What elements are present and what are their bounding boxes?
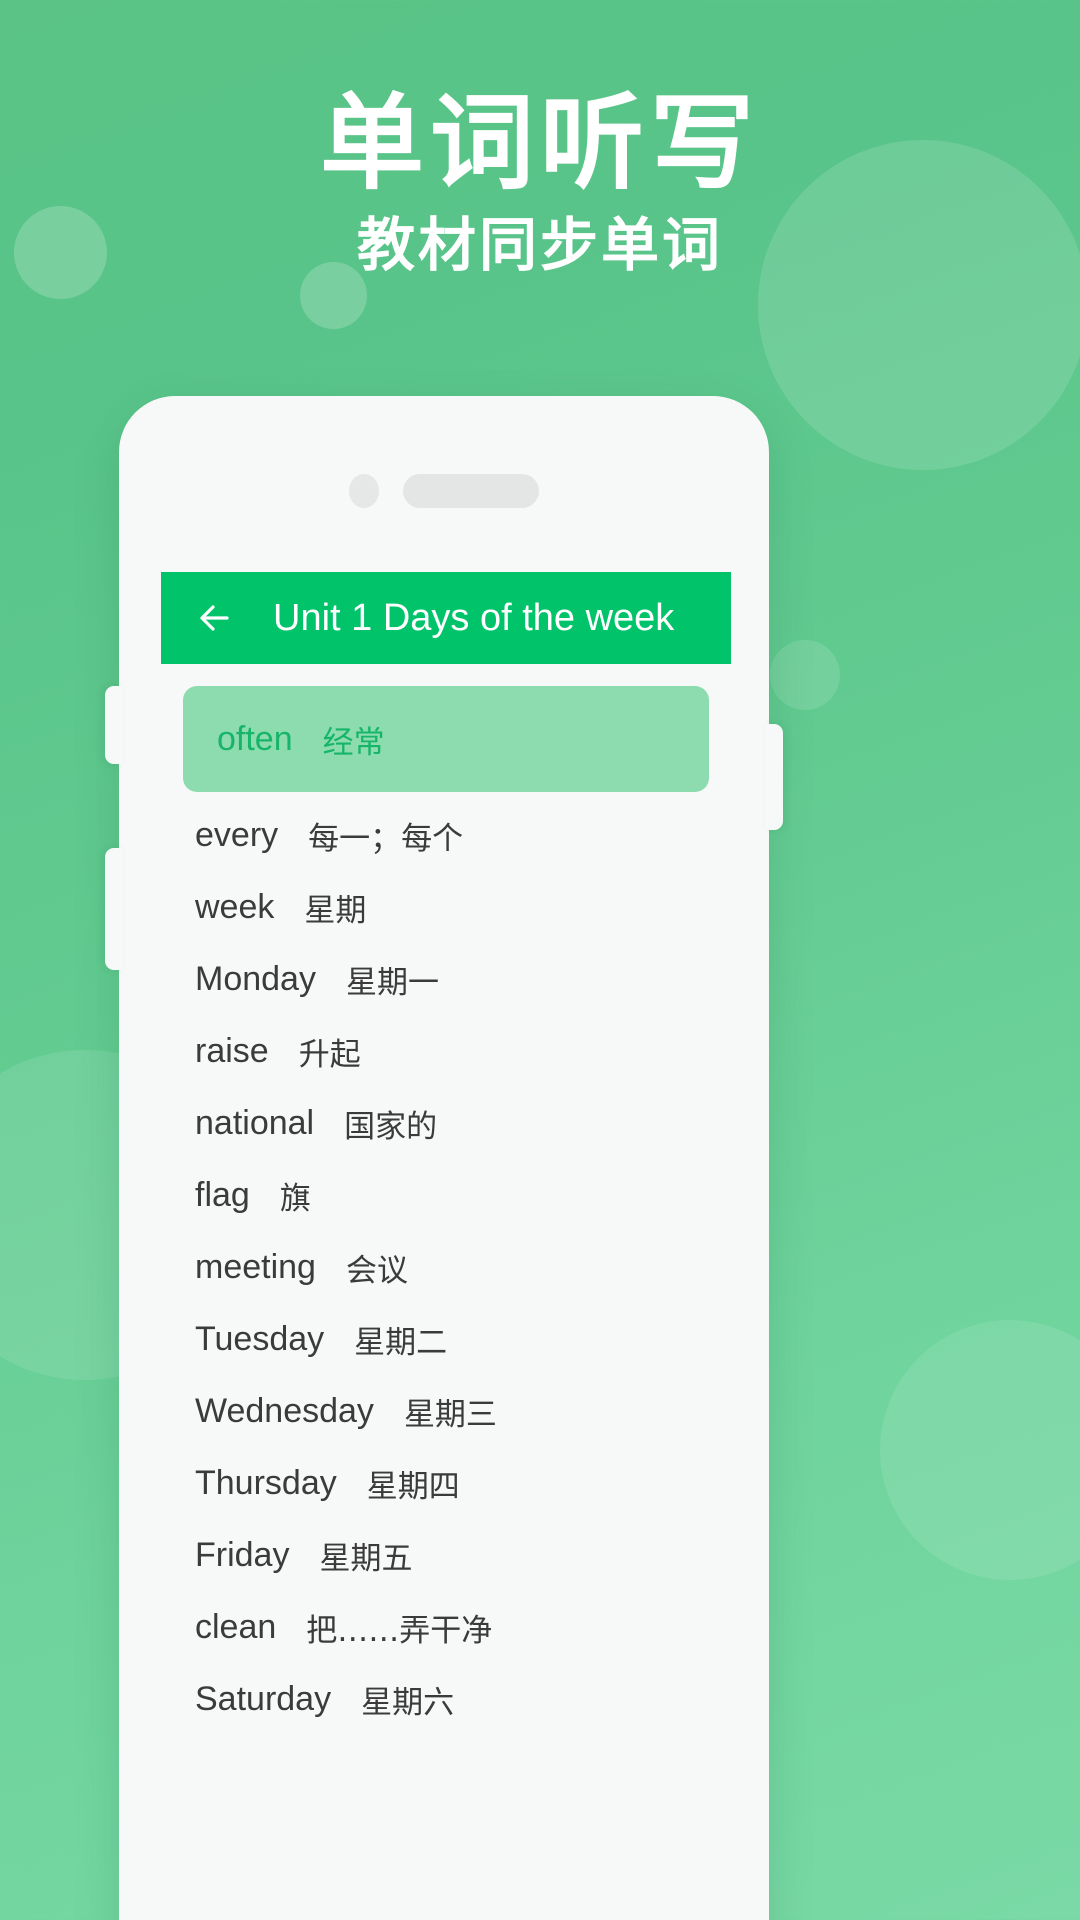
word-english: Thursday: [195, 1463, 337, 1502]
word-row[interactable]: Monday 星期一: [161, 950, 731, 1008]
word-chinese: 经常: [322, 724, 385, 761]
decorative-circle: [770, 640, 840, 710]
word-english: often: [217, 719, 293, 758]
word-chinese: 会议: [345, 1252, 408, 1289]
word-chinese: 升起: [298, 1036, 361, 1073]
word-row[interactable]: raise 升起: [161, 1022, 731, 1080]
word-chinese: 星期四: [366, 1468, 460, 1505]
word-chinese: 星期六: [361, 1684, 455, 1721]
word-row[interactable]: Saturday 星期六: [161, 1670, 731, 1728]
word-chinese: 每一；每个: [308, 820, 464, 857]
word-chinese: 国家的: [344, 1108, 438, 1145]
word-english: national: [195, 1103, 315, 1142]
word-english: every: [195, 815, 279, 854]
word-english: Wednesday: [195, 1391, 374, 1430]
word-english: Saturday: [195, 1679, 332, 1718]
word-row[interactable]: Thursday 星期四: [161, 1454, 731, 1512]
word-chinese: 星期三: [403, 1396, 497, 1433]
word-row[interactable]: Tuesday 星期二: [161, 1310, 731, 1368]
word-english: week: [195, 887, 275, 926]
phone-side-button-power[interactable]: [765, 724, 783, 830]
word-chinese: 星期一: [345, 964, 439, 1001]
hero-title: 单词听写: [319, 82, 760, 204]
speaker-pill-icon: [403, 474, 539, 508]
word-row[interactable]: meeting 会议: [161, 1238, 731, 1296]
word-chinese: 把……弄干净: [306, 1612, 493, 1649]
word-chinese: 星期二: [354, 1324, 448, 1361]
word-row[interactable]: Wednesday 星期三: [161, 1382, 731, 1440]
decorative-circle: [880, 1320, 1080, 1580]
camera-dot-icon: [349, 474, 379, 508]
word-row[interactable]: national 国家的: [161, 1094, 731, 1152]
word-english: flag: [195, 1175, 250, 1214]
phone-side-button-volume-up[interactable]: [105, 686, 123, 764]
phone-side-button-volume-down[interactable]: [105, 848, 123, 970]
hero-heading-block: 单词听写 教材同步单词: [0, 0, 1080, 278]
word-chinese: 星期: [304, 892, 367, 929]
phone-screen: Unit 1 Days of the week often 经常 every 每一；每…: [161, 572, 731, 1920]
word-chinese: 星期五: [319, 1540, 413, 1577]
word-english: Friday: [195, 1535, 290, 1574]
app-bar: Unit 1 Days of the week: [161, 572, 731, 664]
phone-mockup: Unit 1 Days of the week often 经常 every 每一；每…: [105, 396, 783, 1920]
phone-notch: [119, 474, 769, 508]
back-arrow-icon[interactable]: [191, 591, 245, 645]
word-row[interactable]: flag 旗: [161, 1166, 731, 1224]
word-english: Tuesday: [195, 1319, 325, 1358]
word-english: Monday: [195, 959, 316, 998]
word-row[interactable]: every 每一；每个: [161, 806, 731, 864]
word-english: clean: [195, 1607, 277, 1646]
word-row[interactable]: Friday 星期五: [161, 1526, 731, 1584]
word-row[interactable]: clean 把……弄干净: [161, 1598, 731, 1656]
word-english: meeting: [195, 1247, 316, 1286]
word-list: often 经常 every 每一；每个 week 星期 Monday 星期一 raise 升起 n…: [161, 664, 731, 1728]
app-bar-title: Unit 1 Days of the week: [273, 596, 675, 639]
word-row-active[interactable]: often 经常: [183, 686, 709, 792]
word-english: raise: [195, 1031, 269, 1070]
word-row[interactable]: week 星期: [161, 878, 731, 936]
word-chinese: 旗: [279, 1180, 311, 1217]
hero-subtitle: 教材同步单词: [356, 211, 723, 280]
